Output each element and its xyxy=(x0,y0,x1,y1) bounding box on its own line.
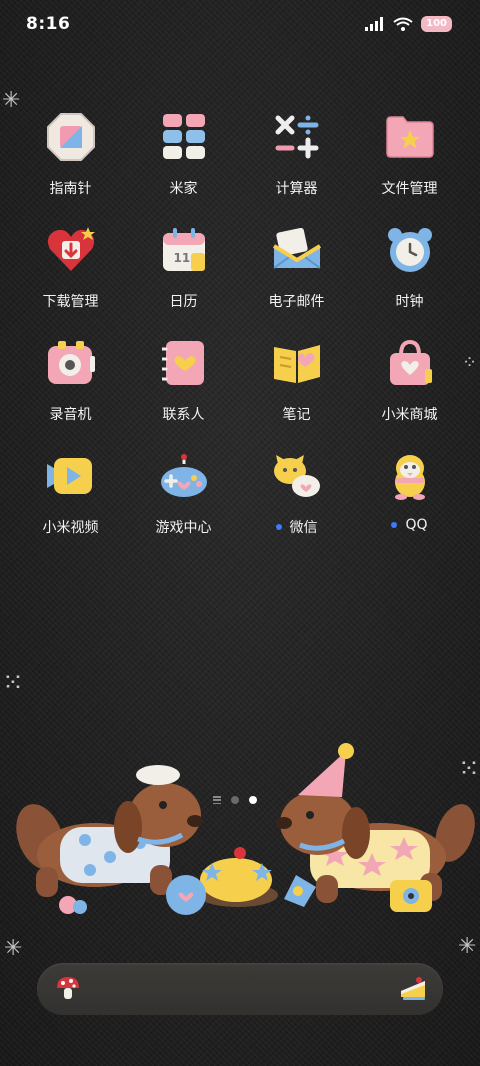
app-mijia[interactable]: 米家 xyxy=(127,100,240,213)
calendar-icon: 11 xyxy=(155,221,213,279)
app-label: 联系人 xyxy=(162,407,205,423)
new-install-dot xyxy=(275,524,282,530)
status-icons: 100 xyxy=(365,16,452,32)
app-file-manager[interactable]: 文件管理 xyxy=(353,100,466,213)
sparkle-decoration: ✳ xyxy=(4,936,23,961)
app-label: 小米视频 xyxy=(42,520,99,536)
app-label: 电子邮件 xyxy=(268,294,325,310)
email-icon xyxy=(268,221,326,279)
app-label: 录音机 xyxy=(49,407,92,423)
video-play-icon xyxy=(42,447,100,505)
cake-slice-icon[interactable] xyxy=(399,975,427,1005)
app-label: 游戏中心 xyxy=(155,520,212,536)
app-compass[interactable]: 指南针 xyxy=(14,100,127,213)
app-clock[interactable]: 时钟 xyxy=(353,213,466,326)
app-label: 笔记 xyxy=(282,407,311,423)
app-label: 文件管理 xyxy=(381,181,438,197)
app-calculator[interactable]: 计算器 xyxy=(240,100,353,213)
app-label-text: 微信 xyxy=(289,520,318,536)
page-indicator[interactable] xyxy=(213,796,257,804)
wechat-icon xyxy=(268,447,326,505)
app-label-text: QQ xyxy=(405,517,428,533)
wifi-icon xyxy=(393,17,413,31)
app-label: QQ xyxy=(391,517,428,533)
app-game-center[interactable]: 游戏中心 xyxy=(127,439,240,552)
app-wechat[interactable]: 微信 xyxy=(240,439,353,552)
app-label: 日历 xyxy=(169,294,198,310)
app-qq[interactable]: QQ xyxy=(353,439,466,552)
app-downloads[interactable]: 下载管理 xyxy=(14,213,127,326)
alarm-clock-icon xyxy=(381,221,439,279)
app-calendar[interactable]: 11 日历 xyxy=(127,213,240,326)
calendar-day: 11 xyxy=(173,251,191,265)
dock-search-bar[interactable] xyxy=(37,963,443,1015)
app-label: 微信 xyxy=(275,517,318,537)
contacts-book-icon xyxy=(155,334,213,392)
sparkle-decoration: ⁙ xyxy=(2,668,24,698)
app-label: 米家 xyxy=(169,181,198,197)
new-install-dot xyxy=(391,522,398,528)
shopping-bag-icon xyxy=(381,334,439,392)
page-dot-1[interactable] xyxy=(231,796,239,804)
download-heart-icon xyxy=(42,221,100,279)
app-recorder[interactable]: 录音机 xyxy=(14,326,127,439)
app-grid: 指南针 米家 计算器 文件管理 下载管理 11 日历 电子邮件 时钟 录音机 联… xyxy=(14,100,466,552)
gamepad-icon xyxy=(155,447,213,505)
sparkle-decoration: ✳ xyxy=(458,934,477,959)
cake-illustration xyxy=(166,847,316,915)
app-label: 下载管理 xyxy=(42,294,99,310)
app-notes[interactable]: 笔记 xyxy=(240,326,353,439)
app-label: 时钟 xyxy=(395,294,424,310)
recorder-icon xyxy=(42,334,100,392)
compass-icon xyxy=(42,108,100,166)
calculator-icon xyxy=(268,108,326,166)
app-contacts[interactable]: 联系人 xyxy=(127,326,240,439)
app-email[interactable]: 电子邮件 xyxy=(240,213,353,326)
wallpaper-felt-dogs xyxy=(16,743,475,915)
page-indicator-menu-icon xyxy=(213,796,221,804)
mushroom-icon[interactable] xyxy=(55,975,81,1005)
notes-book-icon xyxy=(268,334,326,392)
qq-penguin-icon xyxy=(381,447,439,505)
app-label: 计算器 xyxy=(275,181,318,197)
battery-indicator: 100 xyxy=(421,16,452,32)
app-label: 指南针 xyxy=(49,181,92,197)
status-time: 8:16 xyxy=(26,14,71,34)
app-mi-video[interactable]: 小米视频 xyxy=(14,439,127,552)
signal-icon xyxy=(365,17,384,31)
folder-icon xyxy=(381,108,439,166)
mijia-icon xyxy=(155,108,213,166)
page-dot-2-active[interactable] xyxy=(249,796,257,804)
app-label: 小米商城 xyxy=(381,407,438,423)
app-mi-store[interactable]: 小米商城 xyxy=(353,326,466,439)
status-bar: 8:16 100 xyxy=(0,0,480,50)
